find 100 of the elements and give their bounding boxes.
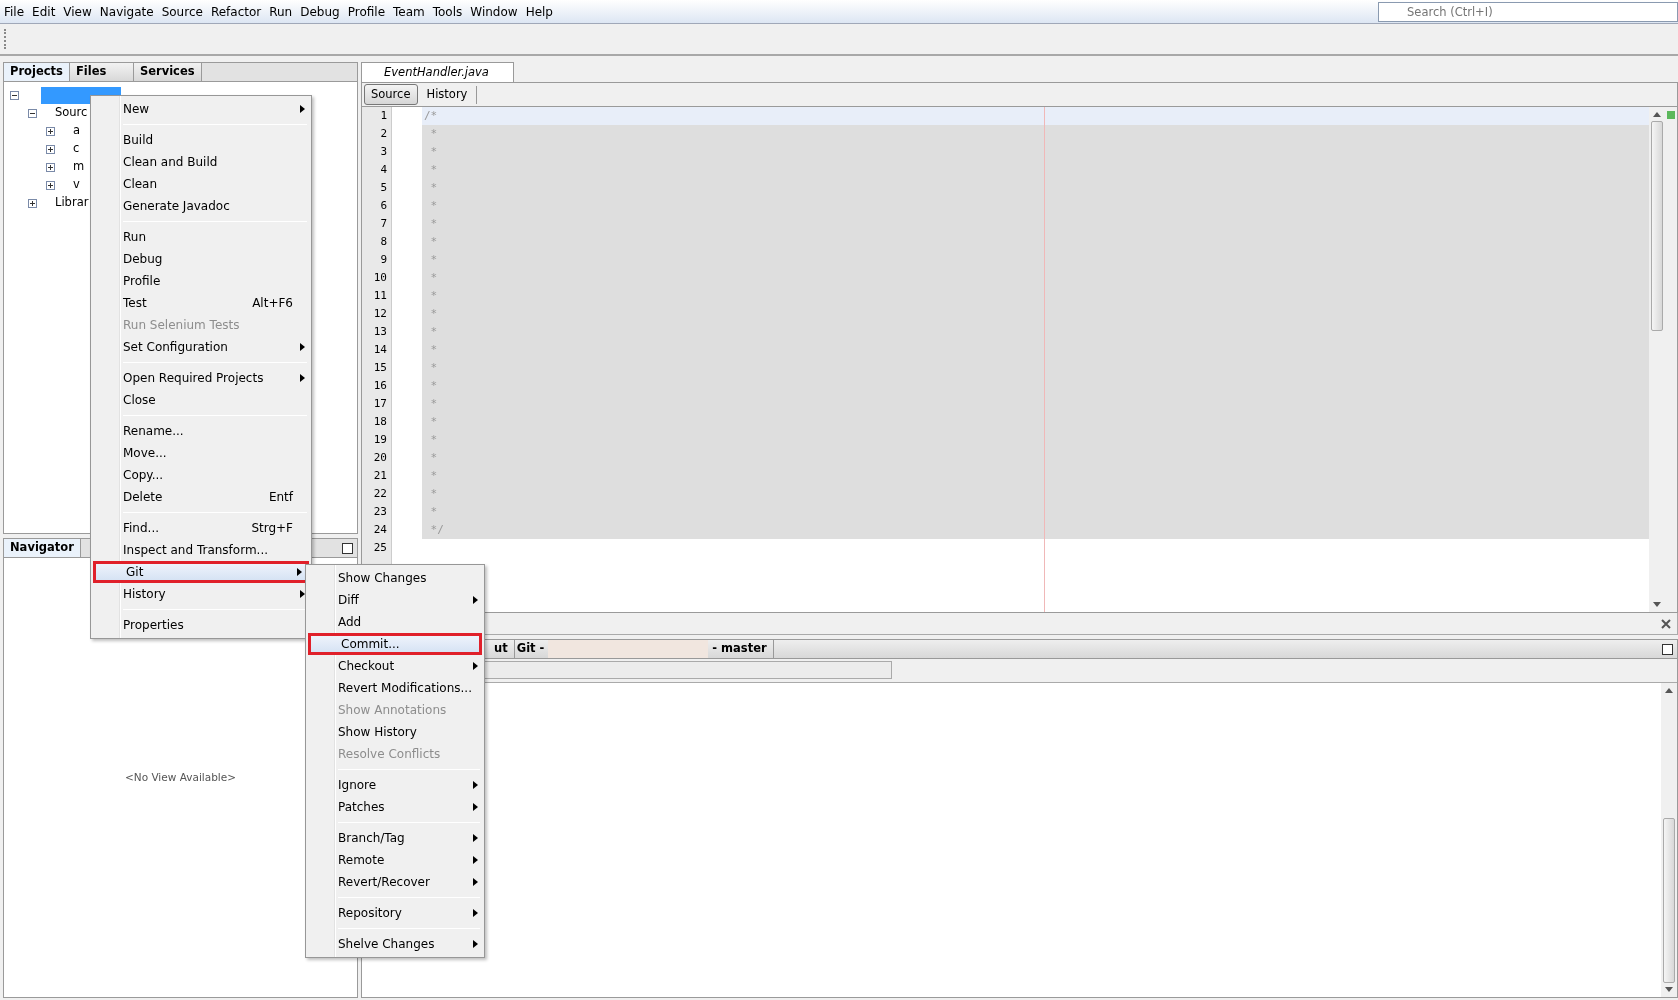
scrollbar-thumb[interactable] bbox=[1651, 121, 1663, 331]
tab-label: Git - bbox=[516, 640, 545, 657]
tree-item[interactable]: a bbox=[73, 122, 81, 140]
menu-item[interactable]: Commit... bbox=[308, 633, 482, 655]
menu-item[interactable]: Navigate bbox=[95, 1, 158, 22]
expand-icon[interactable] bbox=[46, 162, 55, 172]
menu-item[interactable]: Branch/Tag bbox=[308, 827, 482, 849]
menu-item[interactable]: Window bbox=[466, 1, 522, 22]
menu-item[interactable]: Show Changes bbox=[308, 567, 482, 589]
code-line: * bbox=[429, 343, 438, 356]
scroll-up-icon[interactable] bbox=[1653, 111, 1661, 117]
menu-item[interactable]: Help bbox=[521, 1, 557, 22]
menu-item[interactable]: Checkout bbox=[308, 655, 482, 677]
menu-item[interactable]: Revert Modifications... bbox=[308, 677, 482, 699]
menu-item[interactable]: Edit bbox=[28, 1, 60, 22]
menu-item[interactable]: Diff bbox=[308, 589, 482, 611]
menu-item[interactable]: Shelve Changes bbox=[308, 933, 482, 955]
scrollbar-thumb[interactable] bbox=[1663, 818, 1675, 983]
close-icon[interactable] bbox=[1661, 618, 1671, 629]
tree-item[interactable]: Sourc bbox=[55, 104, 88, 122]
collapse-icon[interactable] bbox=[10, 90, 19, 100]
menu-item[interactable]: Revert/Recover bbox=[308, 871, 482, 893]
menu-item[interactable]: Repository bbox=[308, 902, 482, 924]
menu-item[interactable]: Patches bbox=[308, 796, 482, 818]
menu-item[interactable]: Copy... bbox=[93, 464, 309, 486]
menu-item[interactable]: Run bbox=[93, 226, 309, 248]
panel-tab[interactable]: Files bbox=[69, 63, 134, 81]
menu-item[interactable]: Build bbox=[93, 129, 309, 151]
menu-item[interactable]: Test Alt+F6 bbox=[93, 292, 309, 314]
status-ok-icon bbox=[1667, 111, 1675, 119]
line-number: 25 bbox=[372, 540, 387, 556]
menu-item[interactable]: Debug bbox=[296, 1, 344, 22]
menu-item[interactable]: Remote bbox=[308, 849, 482, 871]
line-number: 11 bbox=[372, 288, 387, 304]
line-number: 7 bbox=[379, 216, 387, 232]
menu-item[interactable]: Profile bbox=[93, 270, 309, 292]
line-number: 12 bbox=[372, 306, 387, 322]
scroll-down-icon[interactable] bbox=[1653, 602, 1661, 608]
code-line: * bbox=[429, 379, 438, 392]
menu-item[interactable]: Show History bbox=[308, 721, 482, 743]
menu-item[interactable]: Team bbox=[389, 1, 429, 22]
menu-item[interactable]: Rename... bbox=[93, 420, 309, 442]
menu-item[interactable]: View bbox=[59, 1, 96, 22]
code-line: * bbox=[429, 451, 438, 464]
tab-label: - master bbox=[712, 640, 767, 657]
menu-item[interactable]: Debug bbox=[93, 248, 309, 270]
menu-item[interactable]: Clean bbox=[93, 173, 309, 195]
menu-item[interactable]: Tools bbox=[428, 1, 467, 22]
menu-item[interactable]: File bbox=[0, 1, 29, 22]
menu-item[interactable]: Run bbox=[265, 1, 297, 22]
line-number: 18 bbox=[372, 414, 387, 430]
menu-item[interactable]: Source bbox=[157, 1, 207, 22]
expand-icon[interactable] bbox=[46, 180, 55, 190]
search-field[interactable]: Search (Ctrl+I) bbox=[1378, 1, 1678, 22]
menu-item[interactable]: Add bbox=[308, 611, 482, 633]
expand-icon[interactable] bbox=[46, 126, 55, 136]
expand-icon[interactable] bbox=[46, 144, 55, 154]
navigator-tab[interactable]: Navigator bbox=[4, 539, 81, 557]
minimize-icon[interactable] bbox=[342, 542, 353, 554]
collapse-icon[interactable] bbox=[28, 108, 37, 118]
menu-item[interactable]: Clean and Build bbox=[93, 151, 309, 173]
expand-icon[interactable] bbox=[28, 198, 37, 208]
tree-item[interactable]: c bbox=[73, 140, 80, 158]
menu-item[interactable]: Close bbox=[93, 389, 309, 411]
menu-item[interactable]: Refactor bbox=[206, 1, 266, 22]
scroll-down-icon[interactable] bbox=[1665, 987, 1673, 993]
output-tab[interactable]: ut bbox=[492, 640, 515, 658]
vertical-scrollbar[interactable] bbox=[1649, 107, 1665, 612]
menu-item[interactable]: Set Configuration bbox=[93, 336, 309, 358]
menu-item[interactable]: History bbox=[93, 583, 309, 605]
line-number: 3 bbox=[379, 144, 387, 160]
menu-item[interactable]: Profile bbox=[343, 1, 389, 22]
code-line: * bbox=[429, 487, 438, 500]
menu-item[interactable]: Move... bbox=[93, 442, 309, 464]
code-line: * bbox=[429, 253, 438, 266]
menu-item[interactable]: New bbox=[93, 98, 309, 120]
menu-item[interactable]: Find... Strg+F bbox=[93, 517, 309, 539]
code-line: * bbox=[429, 271, 438, 284]
panel-tab[interactable]: Services bbox=[133, 63, 202, 81]
menu-item[interactable]: Open Required Projects bbox=[93, 367, 309, 389]
view-tab[interactable]: History bbox=[419, 83, 475, 106]
menu-item[interactable]: Ignore bbox=[308, 774, 482, 796]
scroll-up-icon[interactable] bbox=[1665, 687, 1673, 693]
menu-item[interactable]: Delete Entf bbox=[93, 486, 309, 508]
tree-item[interactable]: Librar bbox=[55, 194, 89, 212]
menu-item[interactable]: Inspect and Transform... bbox=[93, 539, 309, 561]
menu-item[interactable]: Git bbox=[93, 561, 309, 583]
minimize-icon[interactable] bbox=[1662, 643, 1673, 655]
empty-message: <No View Available> bbox=[125, 769, 236, 785]
vertical-scrollbar[interactable] bbox=[1661, 683, 1677, 997]
panel-tab[interactable]: Projects bbox=[4, 63, 70, 81]
view-tab[interactable]: Source bbox=[364, 83, 418, 106]
tree-item[interactable]: v bbox=[73, 176, 80, 194]
tree-item[interactable]: m bbox=[73, 158, 85, 176]
line-number: 10 bbox=[372, 270, 387, 286]
menu-item[interactable]: Properties bbox=[93, 614, 309, 636]
file-tab[interactable]: EventHandler.java bbox=[361, 62, 514, 82]
menu-item[interactable]: Generate Javadoc bbox=[93, 195, 309, 217]
code-line: * bbox=[429, 397, 438, 410]
toolbar-grip-icon[interactable] bbox=[4, 29, 7, 49]
